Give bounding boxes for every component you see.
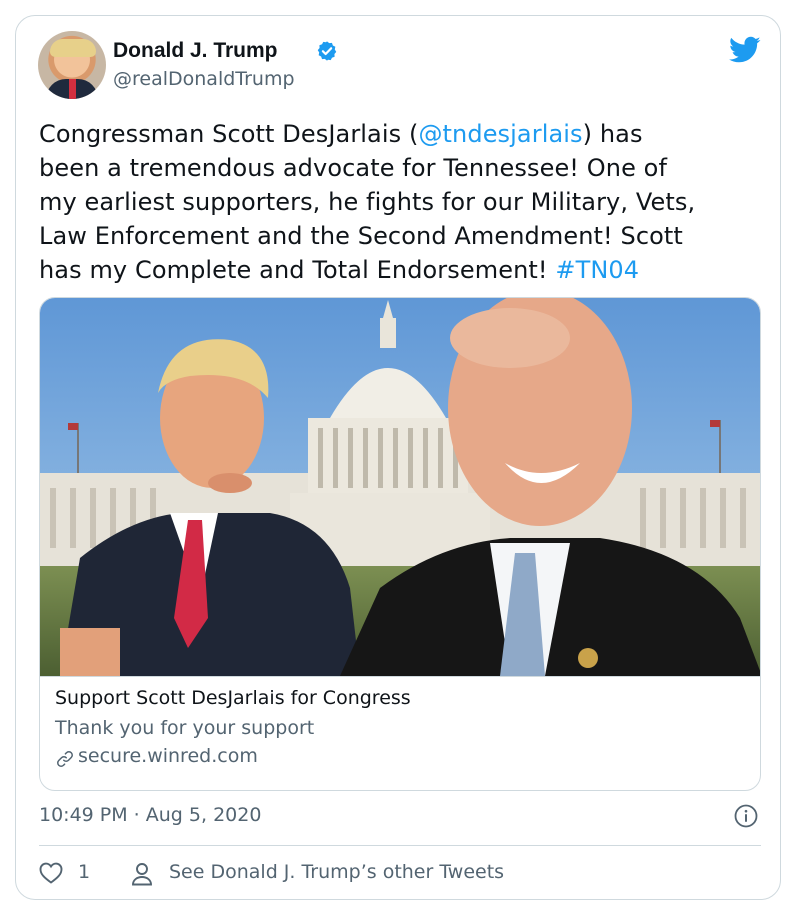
tweet-line: Congressman Scott DesJarlais (@tndesjarl… — [39, 120, 643, 148]
avatar-tie — [69, 79, 76, 99]
info-icon[interactable] — [734, 804, 758, 828]
like-count[interactable]: 1 — [78, 861, 90, 883]
twitter-bird-icon[interactable] — [729, 36, 761, 64]
tweet-timestamp[interactable]: 10:49 PM · Aug 5, 2020 — [39, 804, 261, 826]
tweet-line: has my Complete and Total Endorsement! #… — [39, 256, 640, 284]
author-handle[interactable]: @realDonaldTrump — [113, 68, 295, 90]
card-domain: secure.winred.com — [78, 745, 258, 767]
hashtag-link[interactable]: #TN04 — [555, 256, 639, 284]
mention-link[interactable]: @tndesjarlais — [418, 120, 582, 148]
person-icon — [132, 863, 152, 886]
tweet-line: been a tremendous advocate for Tennessee… — [39, 154, 667, 182]
tweet-line: my earliest supporters, he fights for ou… — [39, 188, 696, 216]
tweet-line: Law Enforcement and the Second Amendment… — [39, 222, 683, 250]
author-name[interactable]: Donald J. Trump — [113, 39, 278, 63]
other-tweets-link[interactable]: See Donald J. Trump’s other Tweets — [169, 861, 504, 883]
avatar-hair — [50, 39, 96, 57]
card-description: Thank you for your support — [55, 717, 315, 739]
link-icon — [57, 751, 73, 767]
heart-icon[interactable] — [39, 862, 63, 884]
tweet-text: Congressman Scott DesJarlais (@tndesjarl… — [39, 117, 759, 287]
divider — [39, 845, 761, 846]
card-title[interactable]: Support Scott DesJarlais for Congress — [55, 687, 411, 709]
card-image[interactable] — [40, 298, 761, 676]
verified-badge-icon — [317, 41, 337, 61]
tweet-card: Donald J. Trump @realDonaldTrump Congres… — [15, 15, 781, 900]
avatar[interactable] — [38, 31, 106, 99]
link-card[interactable]: Support Scott DesJarlais for Congress Th… — [39, 297, 761, 791]
card-info[interactable]: Support Scott DesJarlais for Congress Th… — [40, 676, 760, 790]
